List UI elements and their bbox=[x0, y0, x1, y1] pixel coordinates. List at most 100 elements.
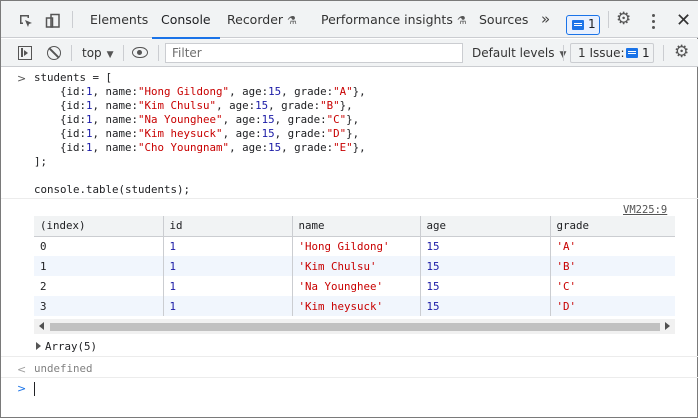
table-cell: 'Kim heysuck' bbox=[291, 296, 420, 316]
console-toolbar: top▼ Default levels▼ 1 Issue: 1 ⚙ bbox=[1, 39, 698, 67]
code-token: , grade: bbox=[268, 99, 321, 112]
table-cell: 'Na Younghee' bbox=[291, 276, 420, 296]
settings-gear-icon[interactable]: ⚙ bbox=[616, 9, 631, 29]
code-line: {id:1, name:"Kim heysuck", age:15, grade… bbox=[34, 127, 359, 140]
source-link[interactable]: VM225:9 bbox=[623, 204, 667, 216]
column-header[interactable]: grade bbox=[549, 216, 675, 236]
code-token: 15 bbox=[268, 141, 282, 154]
table-cell: 3 bbox=[40, 299, 47, 313]
column-header[interactable]: id bbox=[162, 216, 292, 236]
table-cell: 1 bbox=[162, 276, 292, 296]
more-tabs-chevron-icon[interactable]: » bbox=[541, 1, 550, 38]
code-token: "Kim heysuck" bbox=[138, 127, 223, 140]
code-token: 15 bbox=[255, 99, 269, 112]
table-horizontal-scrollbar[interactable] bbox=[34, 319, 675, 334]
table-row: 3 1 'Kim heysuck' 15 'D' bbox=[34, 296, 675, 316]
console-settings-gear-icon[interactable]: ⚙ bbox=[674, 42, 689, 62]
message-divider bbox=[1, 198, 698, 199]
separator bbox=[563, 45, 564, 61]
code-line: {id:1, name:"Na Younghee", age:15, grade… bbox=[34, 113, 359, 126]
more-options-kebab-icon[interactable] bbox=[652, 14, 656, 30]
separator bbox=[72, 11, 73, 28]
code-line: console.table(students); bbox=[34, 183, 190, 196]
separator bbox=[158, 45, 159, 61]
code-token: , name: bbox=[92, 85, 139, 98]
code-token: "D" bbox=[326, 127, 347, 140]
code-line: students = [ bbox=[34, 71, 112, 84]
messages-badge-button[interactable]: 1 bbox=[566, 15, 600, 35]
result-arrow-icon: < bbox=[17, 363, 27, 376]
code-token: , age: bbox=[229, 141, 269, 154]
close-devtools-icon[interactable]: ✕ bbox=[676, 10, 691, 31]
column-header[interactable]: (index) bbox=[34, 216, 163, 236]
separator bbox=[123, 45, 124, 61]
code-token: , name: bbox=[92, 99, 139, 112]
code-token: , age: bbox=[222, 113, 262, 126]
show-sidebar-icon[interactable] bbox=[18, 46, 32, 60]
column-header[interactable]: age bbox=[419, 216, 550, 236]
tab-console[interactable]: Console bbox=[152, 1, 220, 39]
table-cell: 1 bbox=[40, 259, 47, 273]
tab-performance-insights[interactable]: Performance insights ⚗ bbox=[321, 1, 467, 38]
message-divider bbox=[1, 356, 698, 357]
inspect-element-icon[interactable] bbox=[18, 13, 34, 29]
table-cell: 'Kim Chulsu' bbox=[291, 256, 420, 276]
code-token: , age: bbox=[216, 99, 256, 112]
code-token: "C" bbox=[326, 113, 347, 126]
table-cell: 0 bbox=[40, 239, 47, 253]
experimental-flask-icon: ⚗ bbox=[456, 14, 467, 27]
table-cell: 'Hong Gildong' bbox=[291, 236, 420, 256]
code-token: 15 bbox=[268, 85, 282, 98]
code-token: }, bbox=[339, 99, 353, 112]
table-cell: 15 bbox=[419, 256, 550, 276]
table-row: 1 1 'Kim Chulsu' 15 'B' bbox=[34, 256, 675, 276]
table-cell: 'D' bbox=[549, 296, 675, 316]
filter-input[interactable] bbox=[165, 43, 463, 63]
table-cell: 'C' bbox=[549, 276, 675, 296]
code-line: {id:1, name:"Kim Chulsu", age:15, grade:… bbox=[34, 99, 353, 112]
tab-sources[interactable]: Sources bbox=[479, 1, 528, 38]
message-divider bbox=[1, 377, 698, 378]
code-line: {id:1, name:"Cho Youngnam", age:15, grad… bbox=[34, 141, 366, 154]
console-input-cursor[interactable] bbox=[34, 382, 35, 396]
devtools-window: Elements Console Recorder ⚗ Performance i… bbox=[0, 0, 698, 418]
code-token: }, bbox=[346, 127, 360, 140]
issue-message-icon bbox=[626, 48, 638, 58]
code-token: 15 bbox=[261, 113, 275, 126]
input-prompt-chevron: > bbox=[17, 72, 27, 85]
code-token: , age: bbox=[222, 127, 262, 140]
code-token: "Kim Chulsu" bbox=[138, 99, 217, 112]
code-token: "Hong Gildong" bbox=[138, 85, 230, 98]
tab-recorder[interactable]: Recorder ⚗ bbox=[227, 1, 297, 38]
console-input-prompt-icon: > bbox=[17, 382, 27, 395]
table-cell: 'A' bbox=[549, 236, 675, 256]
column-header[interactable]: name bbox=[291, 216, 420, 236]
issues-button[interactable]: 1 Issue: 1 bbox=[570, 43, 654, 63]
clear-console-icon[interactable] bbox=[47, 46, 61, 60]
code-token: {id: bbox=[34, 127, 87, 140]
code-token: , grade: bbox=[274, 113, 327, 126]
code-token: students = [ bbox=[34, 71, 113, 84]
table-cell: 15 bbox=[419, 236, 550, 256]
tab-elements[interactable]: Elements bbox=[90, 1, 148, 38]
scrollbar-thumb[interactable] bbox=[50, 323, 660, 331]
issues-count: 1 bbox=[642, 46, 650, 60]
device-toolbar-icon[interactable] bbox=[45, 13, 61, 29]
code-line: {id:1, name:"Hong Gildong", age:15, grad… bbox=[34, 85, 366, 98]
code-token: , grade: bbox=[274, 127, 327, 140]
scroll-right-arrow-icon[interactable] bbox=[665, 322, 670, 330]
console-output: > students = [ {id:1, name:"Hong Gildong… bbox=[1, 67, 698, 418]
panel-tab-bar: Elements Console Recorder ⚗ Performance i… bbox=[1, 1, 698, 39]
code-token: {id: bbox=[34, 141, 87, 154]
live-expression-eye-icon[interactable] bbox=[132, 47, 148, 58]
table-cell: 1 bbox=[162, 256, 292, 276]
code-line: ]; bbox=[34, 155, 47, 168]
table-cell: 1 bbox=[162, 236, 292, 256]
code-token: {id: bbox=[34, 99, 87, 112]
code-token: "A" bbox=[333, 85, 353, 98]
array-expander[interactable]: Array(5) bbox=[36, 340, 97, 353]
execution-context-select[interactable]: top ▼ bbox=[82, 39, 114, 69]
code-token: , name: bbox=[92, 113, 139, 126]
log-levels-select[interactable]: Default levels▼ bbox=[472, 39, 566, 69]
scroll-left-arrow-icon[interactable] bbox=[39, 322, 44, 330]
